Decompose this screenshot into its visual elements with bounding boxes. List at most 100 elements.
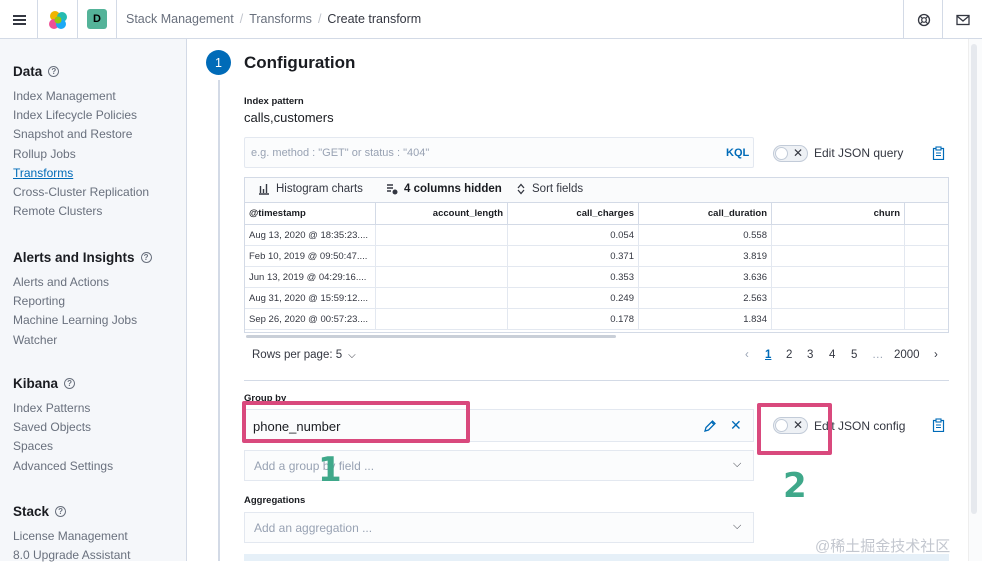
table-cell[interactable] [376,267,508,288]
sort-fields-button[interactable]: Sort fields [516,183,583,195]
table-cell[interactable] [772,246,905,267]
sidebar-item-upgrade-assistant[interactable]: 8.0 Upgrade Assistant [13,546,130,565]
table-cell[interactable]: 2.563 [639,288,772,309]
table-cell[interactable] [772,267,905,288]
table-cell[interactable]: 0.353 [508,267,639,288]
column-header-account-length[interactable]: account_length [376,203,508,225]
table-cell[interactable]: Sep 26, 2020 @ 00:57:23.... [245,309,376,330]
breadcrumb: Stack Management / Transforms / Create t… [126,12,421,26]
table-row: Feb 10, 2019 @ 09:50:47.... 0.371 3.819 [245,246,948,267]
breadcrumb-create-transform: Create transform [327,12,422,26]
sidebar-item-index-patterns[interactable]: Index Patterns [13,399,113,418]
sidebar-item-index-lifecycle-policies[interactable]: Index Lifecycle Policies [13,106,149,125]
chevron-down-icon: ⌵ [348,349,356,361]
sidebar-item-spaces[interactable]: Spaces [13,437,113,456]
sidebar-item-rollup-jobs[interactable]: Rollup Jobs [13,145,149,164]
section-divider [244,380,949,381]
query-placeholder: e.g. method : "GET" or status : "404" [251,147,430,159]
table-cell[interactable]: Aug 13, 2020 @ 18:35:23.... [245,225,376,246]
help-icon[interactable]: ? [64,378,76,389]
scrollbar-thumb[interactable] [971,44,977,514]
sidebar-item-saved-objects[interactable]: Saved Objects [13,418,113,437]
annotation-number-1: 1 [318,450,342,490]
column-header-churn[interactable]: churn [772,203,905,225]
table-cell[interactable]: 0.178 [508,309,639,330]
chevron-down-icon[interactable]: ⌵ [733,458,741,471]
page-2000[interactable]: 2000 [894,349,920,361]
sidebar-item-remote-clusters[interactable]: Remote Clusters [13,202,149,221]
help-icon[interactable]: ? [140,252,152,263]
query-input[interactable]: e.g. method : "GET" or status : "404" KQ… [244,137,754,168]
breadcrumb-separator: / [239,12,244,26]
elastic-logo-icon[interactable] [46,8,70,32]
chevron-left-icon[interactable]: ‹ [745,349,749,361]
edit-json-query-toggle[interactable]: ✕ [773,145,808,162]
table-cell[interactable] [772,309,905,330]
help-icon[interactable]: ? [55,506,67,517]
page-3[interactable]: 3 [807,349,813,361]
bar-chart-icon [259,184,269,195]
sidebar-item-cross-cluster-replication[interactable]: Cross-Cluster Replication [13,183,149,202]
header-divider [903,0,904,39]
table-cell[interactable]: Aug 31, 2020 @ 15:59:12.... [245,288,376,309]
close-icon[interactable]: ✕ [730,417,742,434]
header-divider [942,0,943,39]
menu-icon[interactable] [8,9,30,31]
hidden-columns-button[interactable]: 4 columns hidden [386,183,502,195]
horizontal-scrollbar[interactable] [246,335,616,338]
sidebar-item-watcher[interactable]: Watcher [13,331,152,350]
clipboard-icon[interactable] [932,418,945,432]
newsfeed-icon[interactable] [953,10,973,30]
add-aggregation-combobox[interactable]: Add an aggregation ... ⌵ [244,512,754,543]
sidebar-item-snapshot-restore[interactable]: Snapshot and Restore [13,125,149,144]
sidebar-item-reporting[interactable]: Reporting [13,292,152,311]
table-cell[interactable]: 1.834 [639,309,772,330]
sidebar-item-advanced-settings[interactable]: Advanced Settings [13,457,113,476]
help-icon[interactable]: ? [48,66,60,77]
grid-header-row: @timestamp account_length call_charges c… [245,203,948,225]
page-2[interactable]: 2 [786,349,792,361]
rows-per-page-button[interactable]: Rows per page: 5 ⌵ [252,349,356,361]
sidebar-item-ml-jobs[interactable]: Machine Learning Jobs [13,311,152,330]
pencil-icon[interactable] [703,419,717,433]
table-cell[interactable] [772,288,905,309]
sidebar-item-alerts-actions[interactable]: Alerts and Actions [13,273,152,292]
kql-button[interactable]: KQL [726,147,749,159]
breadcrumb-transforms[interactable]: Transforms [249,12,312,26]
clipboard-icon[interactable] [932,146,945,160]
sidebar-section-kibana: Kibana? Index Patterns Saved Objects Spa… [13,376,113,476]
breadcrumb-stack-management[interactable]: Stack Management [126,12,234,26]
column-header-call-charges[interactable]: call_charges [508,203,639,225]
chevron-down-icon[interactable]: ⌵ [733,520,741,533]
table-cell[interactable]: 3.636 [639,267,772,288]
table-cell[interactable] [376,246,508,267]
table-cell[interactable] [376,288,508,309]
table-cell[interactable]: 0.249 [508,288,639,309]
sidebar-item-transforms[interactable]: Transforms [13,164,149,183]
help-icon[interactable] [914,10,934,30]
chevron-right-icon[interactable]: › [934,349,938,361]
column-header-timestamp[interactable]: @timestamp [245,203,376,225]
table-cell[interactable]: 3.819 [639,246,772,267]
page-5[interactable]: 5 [851,349,857,361]
table-cell[interactable] [772,225,905,246]
table-cell[interactable] [376,309,508,330]
sidebar-item-index-management[interactable]: Index Management [13,87,149,106]
breadcrumb-separator: / [317,12,322,26]
table-cell[interactable]: Feb 10, 2019 @ 09:50:47.... [245,246,376,267]
page-1[interactable]: 1 [765,349,771,361]
header-divider [116,0,117,39]
sidebar-section-data: Data? Index Management Index Lifecycle P… [13,64,149,221]
space-avatar[interactable]: D [87,9,107,29]
table-cell[interactable]: 0.558 [639,225,772,246]
table-row: Jun 13, 2019 @ 04:29:16.... 0.353 3.636 [245,267,948,288]
table-cell[interactable]: 0.054 [508,225,639,246]
column-header-call-duration[interactable]: call_duration [639,203,772,225]
table-cell[interactable] [376,225,508,246]
table-cell[interactable]: 0.371 [508,246,639,267]
step-connector-line [218,80,220,561]
table-cell[interactable]: Jun 13, 2019 @ 04:29:16.... [245,267,376,288]
page-4[interactable]: 4 [829,349,835,361]
histogram-charts-button[interactable]: Histogram charts [258,183,363,195]
sidebar-item-license-management[interactable]: License Management [13,527,130,546]
